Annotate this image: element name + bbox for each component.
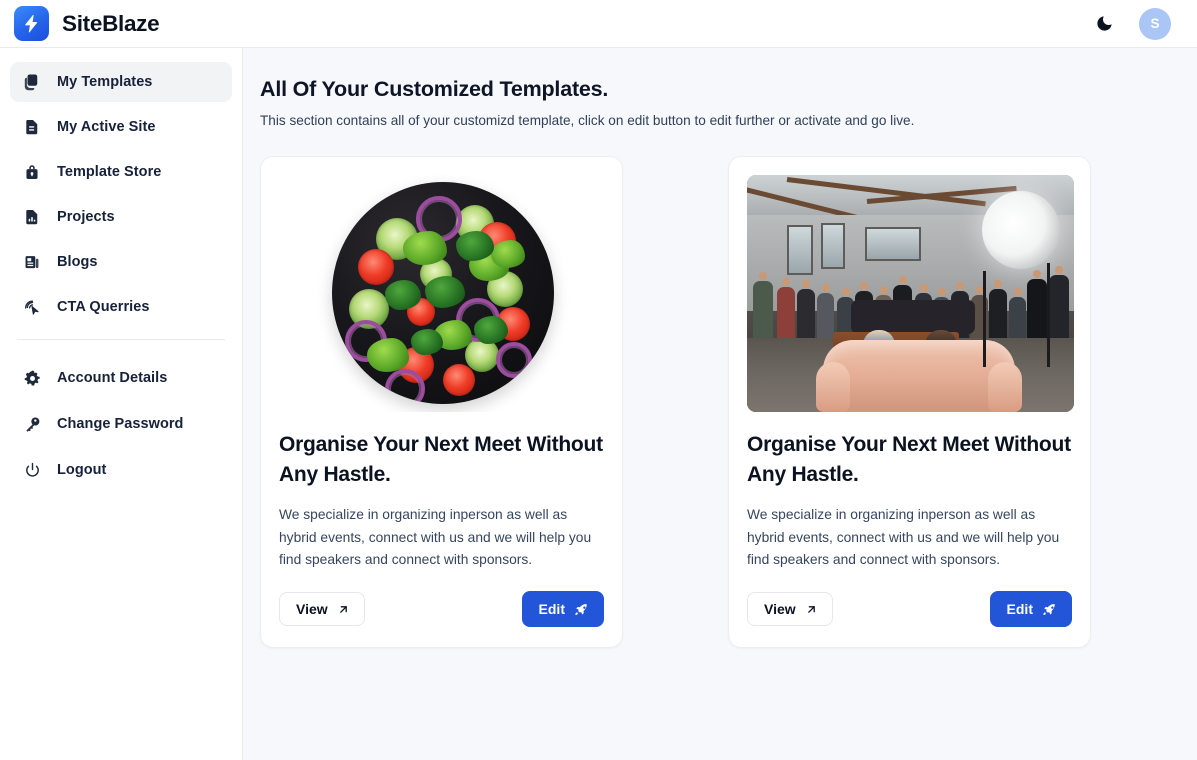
sidebar-item-label: Projects xyxy=(57,209,115,225)
template-card[interactable]: Organise Your Next Meet Without Any Hast… xyxy=(260,155,623,649)
moon-icon[interactable] xyxy=(1091,11,1117,37)
sidebar-item-label: Blogs xyxy=(57,254,98,270)
edit-button[interactable]: Edit xyxy=(521,591,604,628)
card-description: We specialize in organizing inperson as … xyxy=(279,506,592,568)
fresh-salad-bowl-photo xyxy=(279,174,606,412)
arrow-up-right-icon xyxy=(337,603,350,616)
sidebar-item-my-templates[interactable]: My Templates xyxy=(10,62,232,102)
key-icon xyxy=(22,414,42,434)
sidebar-item-change-password[interactable]: Change Password xyxy=(10,404,232,444)
rocket-icon xyxy=(574,602,589,617)
sidebar-item-projects[interactable]: Projects xyxy=(10,197,232,237)
dark-sofa xyxy=(851,299,975,334)
gear-icon xyxy=(22,368,42,388)
edit-button[interactable]: Edit xyxy=(989,591,1072,628)
page-subtitle: This section contains all of your custom… xyxy=(260,112,915,128)
template-card[interactable]: Organise Your Next Meet Without Any Hast… xyxy=(728,155,1091,649)
pink-couch xyxy=(816,339,1022,412)
sidebar-item-label: My Templates xyxy=(57,74,153,90)
sidebar-item-label: Account Details xyxy=(57,370,168,386)
templates-copy-icon xyxy=(22,72,42,92)
brand-logo[interactable]: SiteBlaze xyxy=(14,6,160,41)
topbar-actions: S xyxy=(1091,7,1181,40)
salad-bowl xyxy=(331,182,554,405)
sidebar-item-cta-querries[interactable]: CTA Querries xyxy=(10,287,232,327)
sidebar-item-label: CTA Querries xyxy=(57,299,150,315)
chart-document-icon xyxy=(22,207,42,227)
sidebar-item-account-details[interactable]: Account Details xyxy=(10,358,232,398)
sidebar-item-logout[interactable]: Logout xyxy=(10,450,232,490)
brand-name: SiteBlaze xyxy=(62,10,160,36)
sidebar-item-my-active-site[interactable]: My Active Site xyxy=(10,107,232,147)
sidebar-primary-group: My Templates My Active Site Template Sto… xyxy=(10,62,232,327)
card-title: Organise Your Next Meet Without Any Hast… xyxy=(747,432,1071,487)
card-description: We specialize in organizing inperson as … xyxy=(747,506,1060,568)
view-button-label: View xyxy=(296,601,328,618)
view-button[interactable]: View xyxy=(747,592,833,627)
main-content: All Of Your Customized Templates. This s… xyxy=(243,48,1197,760)
card-actions: View Edit xyxy=(747,591,1072,628)
arrow-up-right-icon xyxy=(805,603,818,616)
avatar[interactable]: S xyxy=(1139,7,1171,40)
sidebar-item-blogs[interactable]: Blogs xyxy=(10,242,232,282)
sidebar-secondary-group: Account Details Change Password Logout xyxy=(10,358,232,490)
view-button[interactable]: View xyxy=(279,592,365,627)
card-actions: View Edit xyxy=(279,591,604,628)
sidebar-item-label: Logout xyxy=(57,462,107,478)
view-button-label: View xyxy=(764,601,796,618)
sidebar-item-label: Template Store xyxy=(57,164,162,180)
edit-button-label: Edit xyxy=(1006,601,1033,618)
template-thumbnail xyxy=(747,174,1074,412)
sidebar-item-label: Change Password xyxy=(57,416,184,432)
document-icon xyxy=(22,117,42,137)
card-title: Organise Your Next Meet Without Any Hast… xyxy=(279,432,603,487)
page-title: All Of Your Customized Templates. xyxy=(260,77,609,101)
template-card-grid: Organise Your Next Meet Without Any Hast… xyxy=(260,155,1197,649)
top-bar: SiteBlaze S xyxy=(0,0,1197,48)
sidebar-divider xyxy=(17,339,225,340)
newspaper-icon xyxy=(22,252,42,272)
template-thumbnail xyxy=(279,174,606,412)
lock-bag-icon xyxy=(22,162,42,182)
sidebar-item-label: My Active Site xyxy=(57,119,156,135)
sidebar-item-template-store[interactable]: Template Store xyxy=(10,152,232,192)
power-icon xyxy=(22,460,42,480)
rocket-icon xyxy=(1042,602,1057,617)
lightning-bolt-icon xyxy=(14,6,49,41)
cursor-click-icon xyxy=(22,297,42,317)
event-studio-crowd-photo xyxy=(747,174,1074,412)
sidebar: My Templates My Active Site Template Sto… xyxy=(0,48,243,760)
edit-button-label: Edit xyxy=(538,601,565,618)
